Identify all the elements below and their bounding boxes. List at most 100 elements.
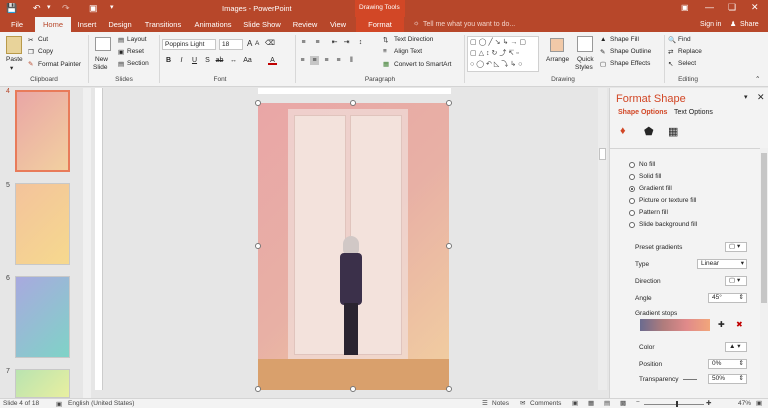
tab-format[interactable]: Format — [356, 17, 404, 32]
maximize-icon[interactable]: ❏ — [728, 2, 736, 13]
find-button[interactable]: Find — [678, 36, 691, 43]
pane-options-icon[interactable]: ▾ — [744, 93, 748, 101]
spelling-icon[interactable]: ▣ — [56, 400, 62, 408]
align-right-icon[interactable]: ≡ — [322, 56, 331, 65]
type-select[interactable]: Linear ▾ — [697, 259, 747, 269]
tab-design[interactable]: Design — [105, 17, 135, 32]
sign-in-link[interactable]: Sign in — [700, 21, 721, 28]
normal-view-icon[interactable]: ▣ — [572, 399, 578, 407]
bullets-icon[interactable]: ≡ — [299, 38, 308, 47]
angle-input[interactable]: 45° ⇕ — [708, 293, 747, 303]
slide-background-fill-radio[interactable] — [629, 222, 635, 228]
increase-font-icon[interactable]: A — [247, 39, 252, 48]
transparency-input[interactable]: 50% ⇕ — [708, 374, 747, 384]
gradient-stops-bar[interactable] — [640, 319, 710, 331]
tab-slide-show[interactable]: Slide Show — [240, 17, 284, 32]
font-size-combo[interactable]: 18 — [219, 39, 243, 50]
save-icon[interactable]: 💾 — [6, 3, 17, 14]
replace-button[interactable]: Replace — [678, 48, 702, 55]
shape-fill-icon[interactable]: ▲ — [600, 36, 606, 43]
align-text-button[interactable]: Align Text — [394, 48, 422, 55]
resize-handle[interactable] — [446, 386, 452, 392]
resize-handle[interactable] — [446, 100, 452, 106]
format-painter-button[interactable]: Format Painter — [38, 61, 81, 68]
tab-file[interactable]: File — [5, 17, 29, 32]
canvas-scrollbar[interactable] — [598, 88, 607, 390]
arrange-icon[interactable] — [550, 38, 564, 52]
preset-gradients-button[interactable]: ▢ ▾ — [725, 242, 747, 252]
thumbnails-scrollbar[interactable] — [83, 88, 91, 398]
slide-thumbnail-6[interactable] — [15, 276, 70, 358]
solid-fill-radio[interactable] — [629, 174, 635, 180]
redo-icon[interactable]: ↷ — [62, 3, 70, 14]
resize-handle[interactable] — [255, 386, 261, 392]
smartart-icon[interactable]: ▦ — [383, 60, 389, 68]
quick-styles-button[interactable]: Quick — [577, 56, 594, 63]
find-icon[interactable]: 🔍 — [668, 36, 676, 44]
customize-qat-icon[interactable]: ▾ — [110, 3, 114, 11]
undo-icon[interactable]: ↶ — [33, 3, 41, 14]
undo-dropdown-icon[interactable]: ▾ — [47, 3, 51, 11]
tab-transitions[interactable]: Transitions — [141, 17, 185, 32]
language-status[interactable]: English (United States) — [68, 400, 134, 407]
tab-home[interactable]: Home — [35, 17, 71, 32]
copy-button[interactable]: Copy — [38, 48, 53, 55]
shape-fill-button[interactable]: Shape Fill — [610, 36, 639, 43]
line-spacing-icon[interactable]: ↕ — [356, 38, 365, 47]
shape-outline-button[interactable]: Shape Outline — [610, 48, 651, 55]
slide-image[interactable] — [258, 103, 449, 390]
tab-text-options[interactable]: Text Options — [674, 109, 713, 116]
slide-thumbnail-4[interactable] — [15, 90, 70, 172]
paste-button[interactable]: Paste — [6, 56, 23, 63]
zoom-slider[interactable] — [644, 404, 704, 405]
tab-view[interactable]: View — [326, 17, 350, 32]
change-case-icon[interactable]: Aa — [243, 56, 252, 65]
decrease-indent-icon[interactable]: ⇤ — [330, 38, 339, 47]
color-picker-button[interactable]: ▲ ▾ — [725, 342, 747, 352]
notes-button[interactable]: Notes — [492, 400, 509, 407]
direction-button[interactable]: ▢ ▾ — [725, 276, 747, 286]
reading-view-icon[interactable]: ▤ — [604, 399, 610, 407]
gradient-fill-radio[interactable] — [629, 186, 635, 192]
italic-icon[interactable]: I — [177, 56, 186, 65]
cut-icon[interactable]: ✂ — [28, 36, 33, 44]
new-slide-icon[interactable] — [95, 37, 111, 51]
collapse-ribbon-icon[interactable]: ⌃ — [755, 75, 760, 83]
layout-icon[interactable]: ▤ — [118, 36, 124, 44]
resize-handle[interactable] — [350, 100, 356, 106]
slide-thumbnail-5[interactable] — [15, 183, 70, 265]
tell-me-input[interactable]: Tell me what you want to do... — [423, 21, 515, 28]
add-stop-icon[interactable]: ✚ — [718, 320, 725, 329]
columns-icon[interactable]: ‖ — [347, 56, 356, 65]
zoom-out-icon[interactable]: − — [636, 399, 640, 406]
numbering-icon[interactable]: ≡ — [313, 38, 322, 47]
reset-button[interactable]: Reset — [127, 48, 144, 55]
position-input[interactable]: 0% ⇕ — [708, 359, 747, 369]
fill-line-icon[interactable]: ♦ — [620, 125, 626, 137]
align-text-icon[interactable]: ≡ — [383, 48, 387, 55]
section-button[interactable]: Section — [127, 60, 149, 67]
convert-smartart-button[interactable]: Convert to SmartArt — [394, 61, 451, 68]
select-icon[interactable]: ↖ — [668, 60, 673, 68]
resize-handle[interactable] — [255, 243, 261, 249]
strikethrough-icon[interactable]: ab — [215, 56, 224, 65]
notes-icon[interactable]: ☰ — [482, 399, 488, 407]
decrease-font-icon[interactable]: A — [255, 40, 259, 47]
slide-thumbnail-7[interactable] — [15, 369, 70, 398]
quick-styles-icon[interactable] — [577, 36, 593, 52]
copy-icon[interactable]: ❐ — [28, 48, 34, 56]
zoom-in-icon[interactable]: ✚ — [706, 399, 711, 407]
layout-button[interactable]: Layout — [127, 36, 147, 43]
size-properties-icon[interactable]: ▦ — [668, 125, 678, 138]
font-name-combo[interactable]: Poppins Light — [162, 39, 216, 50]
comments-icon[interactable]: ✉ — [520, 399, 525, 407]
paste-icon[interactable] — [6, 36, 22, 54]
reset-icon[interactable]: ▣ — [118, 48, 124, 56]
start-from-beginning-icon[interactable]: ▣ — [89, 3, 98, 14]
slide-show-icon[interactable]: ▩ — [620, 399, 626, 407]
select-button[interactable]: Select — [678, 60, 696, 67]
tab-animations[interactable]: Animations — [192, 17, 234, 32]
underline-icon[interactable]: U — [190, 56, 199, 65]
effects-icon[interactable]: ⬟ — [644, 125, 654, 138]
remove-stop-icon[interactable]: ✖ — [736, 320, 743, 329]
